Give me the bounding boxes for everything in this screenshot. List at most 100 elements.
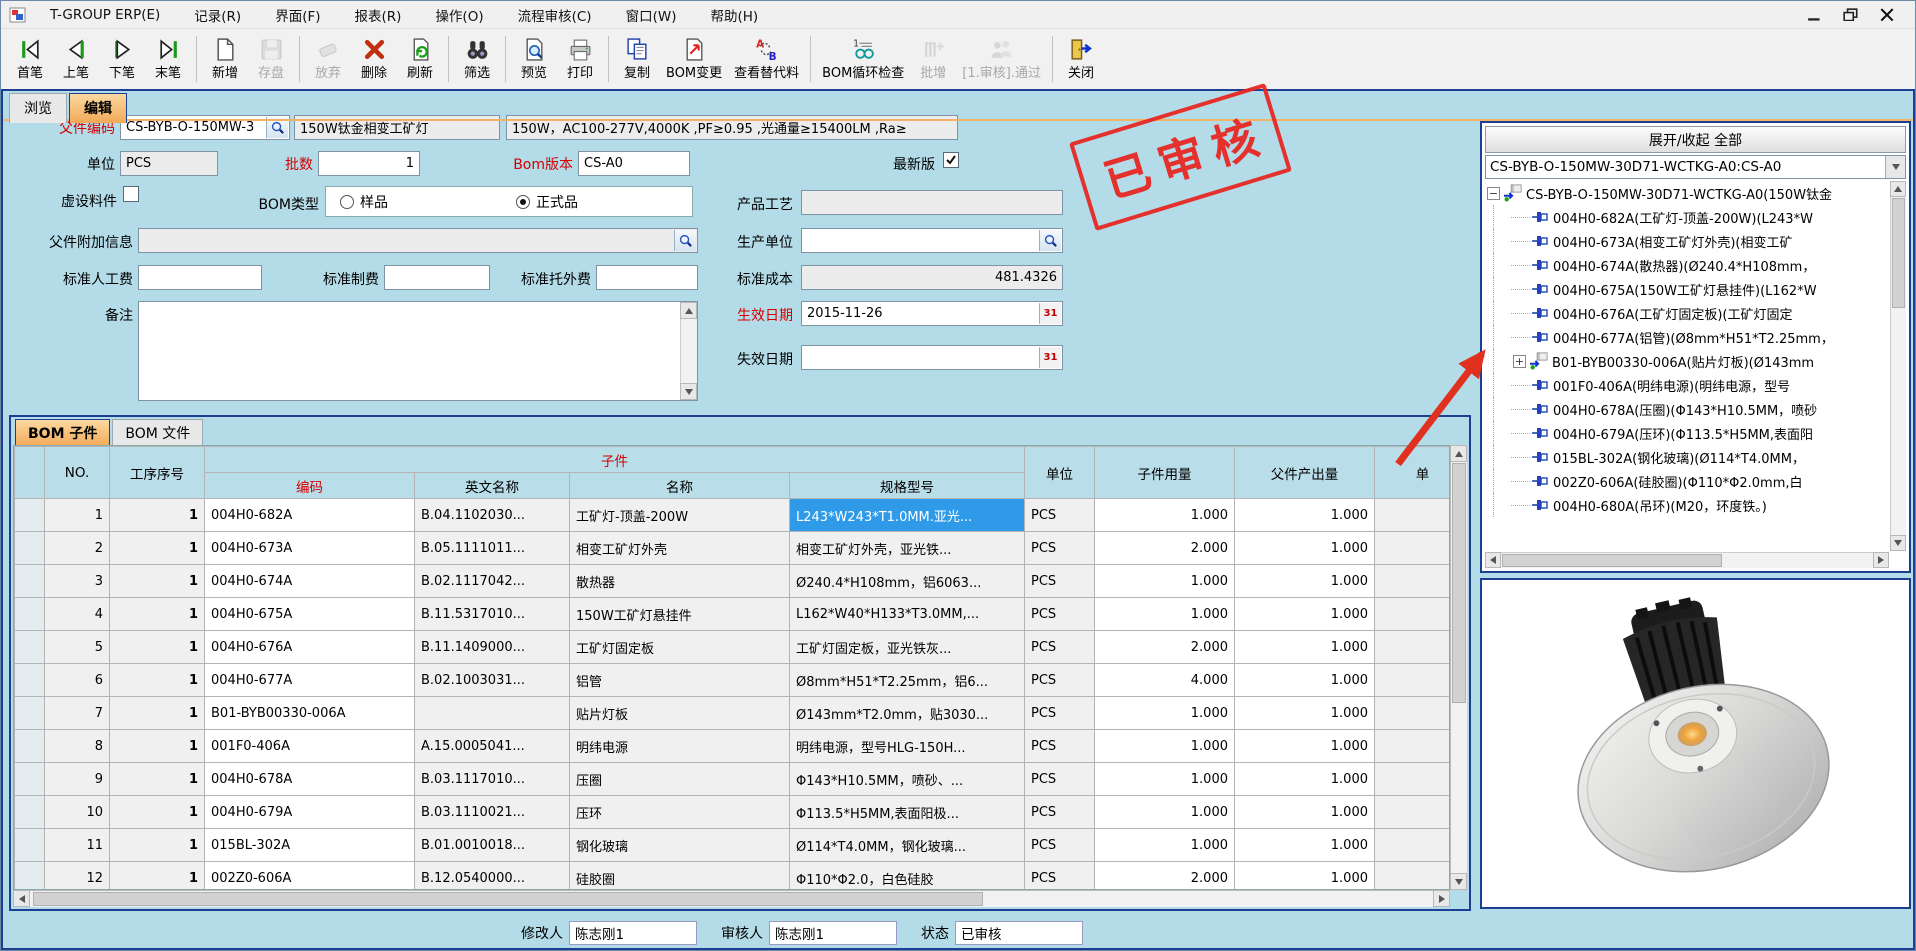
std-cost-field[interactable]: 481.4326 xyxy=(801,265,1063,290)
cell-spec[interactable]: Ø240.4*H108mm，铝6063... xyxy=(790,565,1025,598)
row-selector[interactable] xyxy=(15,829,45,862)
cell-parent-qty[interactable]: 1.000 xyxy=(1235,763,1375,796)
cell-spec[interactable]: 明纬电源，型号HLG-150H... xyxy=(790,730,1025,763)
calendar-icon[interactable]: 31 xyxy=(1039,347,1061,368)
parent-extra-field[interactable] xyxy=(138,228,698,253)
latest-checkbox[interactable] xyxy=(943,152,959,168)
tree-item-3[interactable]: 004H0-674A(散热器)(Ø240.4*H108mm， xyxy=(1485,253,1889,277)
cell-no[interactable]: 6 xyxy=(45,664,110,697)
table-row[interactable]: 91004H0-678AB.03.1117010...压圈Φ143*H10.5M… xyxy=(15,763,1451,796)
scroll-up-icon[interactable] xyxy=(1890,181,1906,197)
process-field[interactable] xyxy=(801,190,1063,215)
cell-parent-qty[interactable]: 1.000 xyxy=(1235,598,1375,631)
table-row[interactable]: 81001F0-406AA.15.0005041...明纬电源明纬电源，型号HL… xyxy=(15,730,1451,763)
row-selector[interactable] xyxy=(15,763,45,796)
effective-date-field[interactable]: 2015-11-26 31 xyxy=(801,301,1063,326)
menu-item-2[interactable]: 界面(F) xyxy=(258,1,337,28)
cell-code[interactable]: 002Z0-606A xyxy=(205,862,415,891)
cell-unit[interactable]: PCS xyxy=(1025,565,1095,598)
scrollbar-thumb[interactable] xyxy=(1452,463,1466,703)
radio-sample[interactable]: 样品 xyxy=(340,192,388,212)
row-selector[interactable] xyxy=(15,565,45,598)
table-row[interactable]: 11004H0-682AB.04.1102030...工矿灯-顶盖-200WL2… xyxy=(15,499,1451,532)
cell-spec[interactable]: Φ143*H10.5MM，喷砂、... xyxy=(790,763,1025,796)
cell-code[interactable]: 004H0-677A xyxy=(205,664,415,697)
cell-extra[interactable] xyxy=(1375,730,1451,763)
calendar-icon[interactable]: 31 xyxy=(1039,303,1061,324)
table-row[interactable]: 121002Z0-606AB.12.0540000...硅胶圈Φ110*Φ2.0… xyxy=(15,862,1451,891)
toolbar-button-nav-first[interactable]: 首笔 xyxy=(7,31,53,87)
tree-item-5[interactable]: 004H0-676A(工矿灯固定板)(工矿灯固定 xyxy=(1485,301,1889,325)
cell-no[interactable]: 3 xyxy=(45,565,110,598)
row-selector[interactable] xyxy=(15,796,45,829)
scroll-left-icon[interactable] xyxy=(13,890,30,907)
std-labor-input[interactable] xyxy=(138,265,262,290)
collapse-icon[interactable]: − xyxy=(1487,187,1500,200)
cell-qty[interactable]: 1.000 xyxy=(1095,697,1235,730)
menu-item-1[interactable]: 记录(R) xyxy=(177,1,258,28)
cell-parent-qty[interactable]: 1.000 xyxy=(1235,697,1375,730)
toolbar-button-loop-check[interactable]: 1BOM循环检查 xyxy=(816,31,910,87)
cell-extra[interactable] xyxy=(1375,697,1451,730)
cell-qty[interactable]: 2.000 xyxy=(1095,631,1235,664)
cell-qty[interactable]: 1.000 xyxy=(1095,730,1235,763)
cell-parent-qty[interactable]: 1.000 xyxy=(1235,565,1375,598)
cell-en-name[interactable] xyxy=(415,697,570,730)
tree-item-4[interactable]: 004H0-675A(150W工矿灯悬挂件)(L162*W xyxy=(1485,277,1889,301)
table-row[interactable]: 101004H0-679AB.03.1110021...压环Φ113.5*H5M… xyxy=(15,796,1451,829)
row-selector[interactable] xyxy=(15,598,45,631)
tree-item-8[interactable]: 001F0-406A(明纬电源)(明纬电源，型号 xyxy=(1485,373,1889,397)
cell-seq[interactable]: 1 xyxy=(110,862,205,891)
cell-parent-qty[interactable]: 1.000 xyxy=(1235,829,1375,862)
cell-unit[interactable]: PCS xyxy=(1025,796,1095,829)
cell-seq[interactable]: 1 xyxy=(110,532,205,565)
cell-unit[interactable]: PCS xyxy=(1025,829,1095,862)
cell-code[interactable]: 004H0-678A xyxy=(205,763,415,796)
cell-spec[interactable]: Φ110*Φ2.0，白色硅胶 xyxy=(790,862,1025,891)
table-row[interactable]: 61004H0-677AB.02.1003031...铝管Ø8mm*H51*T2… xyxy=(15,664,1451,697)
cell-code[interactable]: 004H0-679A xyxy=(205,796,415,829)
cell-qty[interactable]: 1.000 xyxy=(1095,499,1235,532)
cell-name[interactable]: 相变工矿灯外壳 xyxy=(570,532,790,565)
unit-field[interactable]: PCS xyxy=(120,151,218,176)
tab-browse[interactable]: 浏览 xyxy=(9,93,67,123)
cell-en-name[interactable]: B.12.0540000... xyxy=(415,862,570,891)
cell-seq[interactable]: 1 xyxy=(110,730,205,763)
cell-extra[interactable] xyxy=(1375,796,1451,829)
cell-parent-qty[interactable]: 1.000 xyxy=(1235,631,1375,664)
cell-no[interactable]: 7 xyxy=(45,697,110,730)
table-row[interactable]: 111015BL-302AB.01.0010018...钢化玻璃Ø114*T4.… xyxy=(15,829,1451,862)
tree-item-11[interactable]: 015BL-302A(钢化玻璃)(Ø114*T4.0MM， xyxy=(1485,445,1889,469)
cell-seq[interactable]: 1 xyxy=(110,697,205,730)
menu-item-0[interactable]: T-GROUP ERP(E) xyxy=(33,1,177,28)
bom-version-input[interactable] xyxy=(578,151,690,176)
std-mfg-input[interactable] xyxy=(384,265,490,290)
modifier-field[interactable]: 陈志刚1 xyxy=(569,921,697,945)
expand-icon[interactable]: + xyxy=(1513,355,1526,368)
remark-textarea[interactable] xyxy=(138,301,698,401)
tree-item-7[interactable]: +B01-BYB00330-006A(贴片灯板)(Ø143mm xyxy=(1485,349,1889,373)
cell-spec[interactable]: 工矿灯固定板，亚光铁灰... xyxy=(790,631,1025,664)
cell-en-name[interactable]: B.05.1111011... xyxy=(415,532,570,565)
row-selector[interactable] xyxy=(15,730,45,763)
cell-name[interactable]: 铝管 xyxy=(570,664,790,697)
scroll-up-icon[interactable] xyxy=(680,302,697,319)
cell-code[interactable]: 004H0-675A xyxy=(205,598,415,631)
minimize-icon[interactable] xyxy=(1807,8,1823,22)
cell-seq[interactable]: 1 xyxy=(110,796,205,829)
cell-qty[interactable]: 1.000 xyxy=(1095,763,1235,796)
tree-item-6[interactable]: 004H0-677A(铝管)(Ø8mm*H51*T2.25mm， xyxy=(1485,325,1889,349)
auditor-field[interactable]: 陈志刚1 xyxy=(769,921,897,945)
cell-spec[interactable]: Φ113.5*H5MM,表面阳极... xyxy=(790,796,1025,829)
toolbar-button-bom-change[interactable]: BOM变更 xyxy=(660,31,728,87)
menu-item-4[interactable]: 操作(O) xyxy=(418,1,500,28)
row-selector[interactable] xyxy=(15,664,45,697)
cell-en-name[interactable]: B.02.1117042... xyxy=(415,565,570,598)
table-row[interactable]: 71B01-BYB00330-006A贴片灯板Ø143mm*T2.0mm，贴30… xyxy=(15,697,1451,730)
toolbar-button-nav-last[interactable]: 末笔 xyxy=(145,31,191,87)
tree-item-10[interactable]: 004H0-679A(压环)(Φ113.5*H5MM,表面阳 xyxy=(1485,421,1889,445)
search-icon[interactable] xyxy=(1039,230,1061,251)
scroll-right-icon[interactable] xyxy=(1873,552,1889,568)
table-row[interactable]: 51004H0-676AB.11.1409000...工矿灯固定板工矿灯固定板，… xyxy=(15,631,1451,664)
cell-unit[interactable]: PCS xyxy=(1025,862,1095,891)
